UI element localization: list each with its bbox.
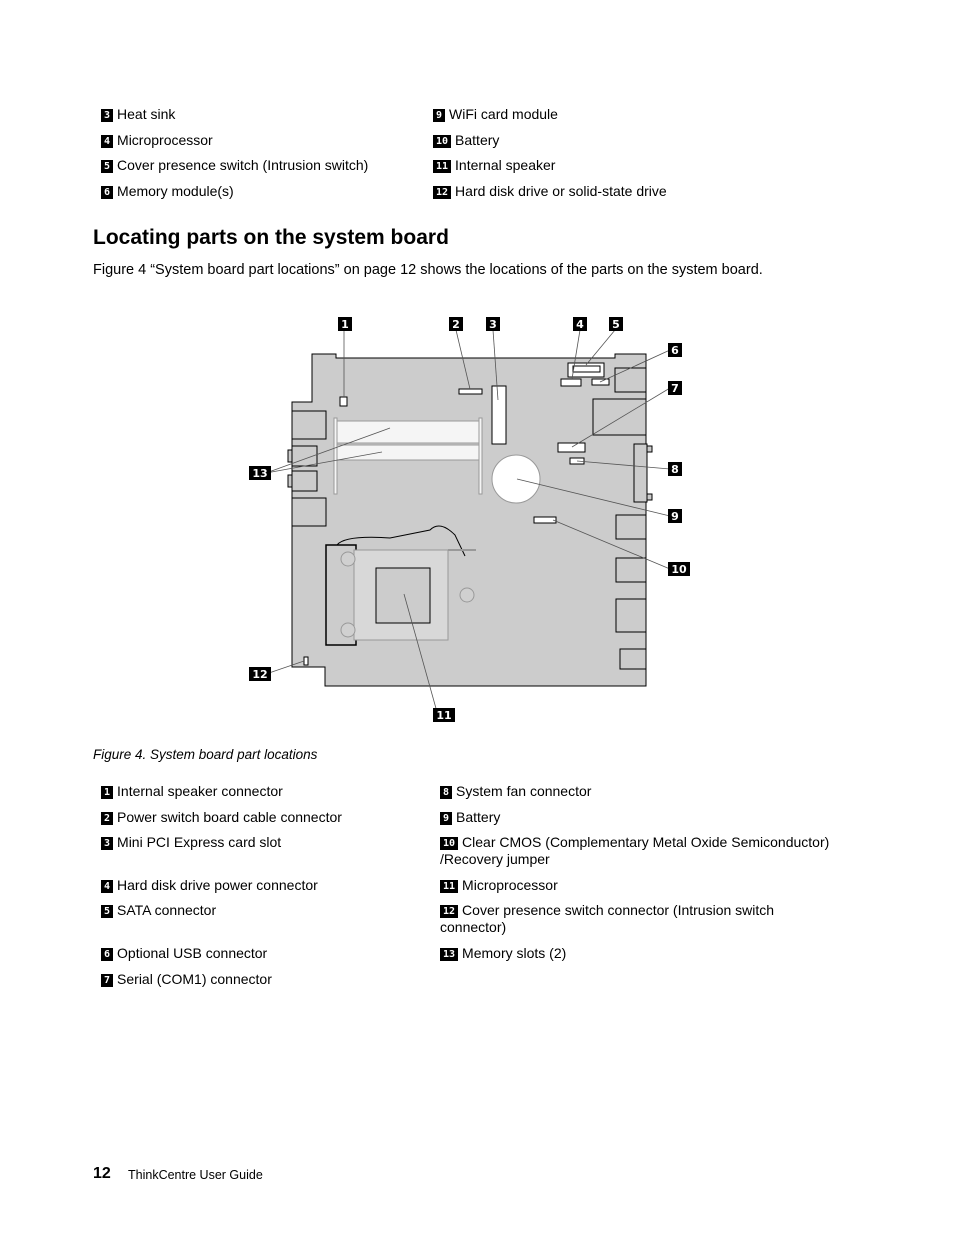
memory-slot <box>333 420 483 444</box>
callout-badge: 5 <box>101 905 114 918</box>
list-item-label: Mini PCI Express card slot <box>117 834 282 850</box>
list-item-label: Cover presence switch connector (Intrusi… <box>440 902 775 935</box>
list-item-label: Battery <box>456 809 501 825</box>
svg-text:7: 7 <box>671 382 679 395</box>
list-item: 8 System fan connector <box>440 783 591 800</box>
list-item: 2 Power switch board cable connector <box>101 809 342 826</box>
svg-text:13: 13 <box>252 467 267 480</box>
list-item-label: Optional USB connector <box>117 945 268 961</box>
rear-port <box>287 474 293 488</box>
callout-badge: 11 <box>440 880 459 893</box>
power-switch-connector <box>458 388 483 395</box>
rear-port <box>287 449 293 463</box>
guide-title: ThinkCentre User Guide <box>128 1168 263 1182</box>
callout-badge: 1 <box>101 786 114 799</box>
battery <box>491 454 541 504</box>
list-item: 6 Optional USB connector <box>101 945 267 962</box>
callout-badge: 4 <box>101 880 114 893</box>
list-item-label: Internal speaker connector <box>117 783 283 799</box>
hdd-power-connector <box>560 378 582 387</box>
svg-text:2: 2 <box>452 318 460 331</box>
list-item: 5 SATA connector <box>101 902 216 919</box>
svg-text:8: 8 <box>671 463 679 476</box>
list-item-label: Clear CMOS (Complementary Metal Oxide Se… <box>440 834 830 867</box>
list-item: 1 Internal speaker connector <box>101 783 283 800</box>
system-board-figure: 1 2 3 4 5 6 7 8 9 10 11 12 13 <box>249 317 690 722</box>
list-item: 12 Cover presence switch connector (Intru… <box>440 902 800 936</box>
svg-text:11: 11 <box>436 709 451 722</box>
serial-connector <box>557 442 586 453</box>
svg-text:10: 10 <box>671 563 687 576</box>
list-item-label: Microprocessor <box>462 877 558 893</box>
callout-badge: 7 <box>101 974 114 987</box>
callout-badge: 3 <box>101 837 114 850</box>
list-item: 3 Mini PCI Express card slot <box>101 834 281 851</box>
intrusion-connector <box>303 656 309 666</box>
page-number: 12 <box>93 1165 111 1182</box>
list-item: 11 Microprocessor <box>440 877 558 894</box>
speaker-connector <box>339 396 348 407</box>
svg-text:3: 3 <box>489 318 497 331</box>
svg-text:6: 6 <box>671 344 679 357</box>
callout-badge: 12 <box>440 905 459 918</box>
rear-port <box>291 470 318 492</box>
list-item: 7 Serial (COM1) connector <box>101 971 272 988</box>
cmos-jumper <box>533 516 557 524</box>
list-item-label: Power switch board cable connector <box>117 809 342 825</box>
svg-text:4: 4 <box>576 318 584 331</box>
list-item: 10 Clear CMOS (Complementary Metal Oxide … <box>440 834 840 868</box>
list-item-label: Hard disk drive power connector <box>117 877 318 893</box>
rear-port <box>291 410 327 440</box>
mini-pci-slot <box>491 385 507 445</box>
list-item: 9 Battery <box>440 809 500 826</box>
callout-badge: 9 <box>440 812 453 825</box>
callout-badge: 10 <box>440 837 459 850</box>
svg-text:9: 9 <box>671 510 679 523</box>
microprocessor <box>375 567 431 624</box>
svg-text:12: 12 <box>252 668 267 681</box>
callout-badge: 2 <box>101 812 114 825</box>
list-item: 13 Memory slots (2) <box>440 945 566 962</box>
svg-text:1: 1 <box>341 318 349 331</box>
figure-caption: Figure 4. System board part locations <box>93 747 318 762</box>
list-item-label: System fan connector <box>456 783 592 799</box>
list-item-label: Memory slots (2) <box>462 945 567 961</box>
list-item: 4 Hard disk drive power connector <box>101 877 318 894</box>
memory-slot <box>333 444 483 461</box>
callout-badge: 8 <box>440 786 453 799</box>
callout-badge: 13 <box>440 948 459 961</box>
list-item-label: SATA connector <box>117 902 217 918</box>
rear-port <box>291 497 327 527</box>
svg-text:5: 5 <box>612 318 620 331</box>
callout-badge: 6 <box>101 948 114 961</box>
list-item-label: Serial (COM1) connector <box>117 971 272 987</box>
